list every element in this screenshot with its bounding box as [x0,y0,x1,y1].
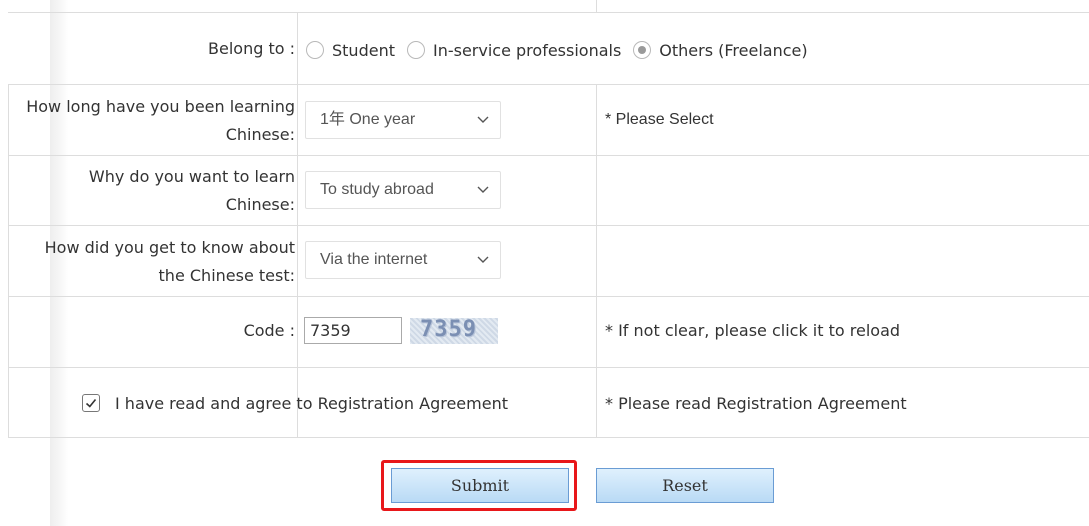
learning-duration-label-line1: How long have you been learning [26,97,295,116]
table-left-border [8,84,9,437]
registration-form-page: Belong to : Student In-service professio… [0,0,1089,526]
how-known-label-line2: the Chinese test: [158,266,295,285]
row-divider-3 [8,225,1089,226]
agreement-note: * Please read Registration Agreement [605,394,907,413]
row-divider-1 [8,84,1089,85]
learning-duration-note: * Please Select [605,111,714,128]
chevron-down-icon [477,256,489,263]
row-divider-2 [8,155,1089,156]
chevron-down-icon [477,186,489,193]
radio-others-label[interactable]: Others (Freelance) [659,41,807,60]
radio-in-service[interactable] [406,41,425,59]
code-note: * If not clear, please click it to reloa… [605,321,901,340]
learning-duration-select[interactable]: 1年 One year [305,101,501,139]
radio-others[interactable] [633,41,652,59]
learning-reason-value: To study abroad [320,181,434,198]
left-shadow-strip [50,0,68,526]
captcha-text: 7359 [420,318,477,342]
how-known-value: Via the internet [320,251,428,268]
row-divider-4 [8,296,1089,297]
how-known-label-line1: How did you get to know about [44,238,295,257]
code-input[interactable]: 7359 [304,317,402,344]
code-label: Code : [243,321,295,340]
column-divider-top [596,0,597,12]
radio-student[interactable] [306,41,324,59]
submit-highlight-box [381,460,577,511]
check-icon [85,398,97,408]
column-divider-2 [596,84,597,437]
agreement-label[interactable]: I have read and agree to Registration Ag… [115,394,508,413]
radio-student-label[interactable]: Student [332,41,395,60]
radio-in-service-label[interactable]: In-service professionals [433,41,621,60]
agreement-row: I have read and agree to Registration Ag… [82,391,508,415]
how-known-select[interactable]: Via the internet [305,241,501,279]
row-divider-0 [8,12,1089,13]
belong-to-radio-group: Student In-service professionals Others … [306,38,820,62]
chevron-down-icon [477,116,489,123]
learning-reason-label-line1: Why do you want to learn [88,167,295,186]
row-divider-5 [8,367,1089,368]
agreement-checkbox[interactable] [82,394,100,412]
belong-to-label: Belong to : [208,39,295,58]
row-divider-6 [8,437,1089,438]
learning-duration-value: 1年 One year [320,111,416,128]
captcha-image[interactable]: 7359 [410,318,498,344]
learning-reason-label-line2: Chinese: [225,195,295,214]
learning-duration-label-line2: Chinese: [225,125,295,144]
learning-reason-select[interactable]: To study abroad [305,171,501,209]
reset-button[interactable]: Reset [596,468,774,503]
